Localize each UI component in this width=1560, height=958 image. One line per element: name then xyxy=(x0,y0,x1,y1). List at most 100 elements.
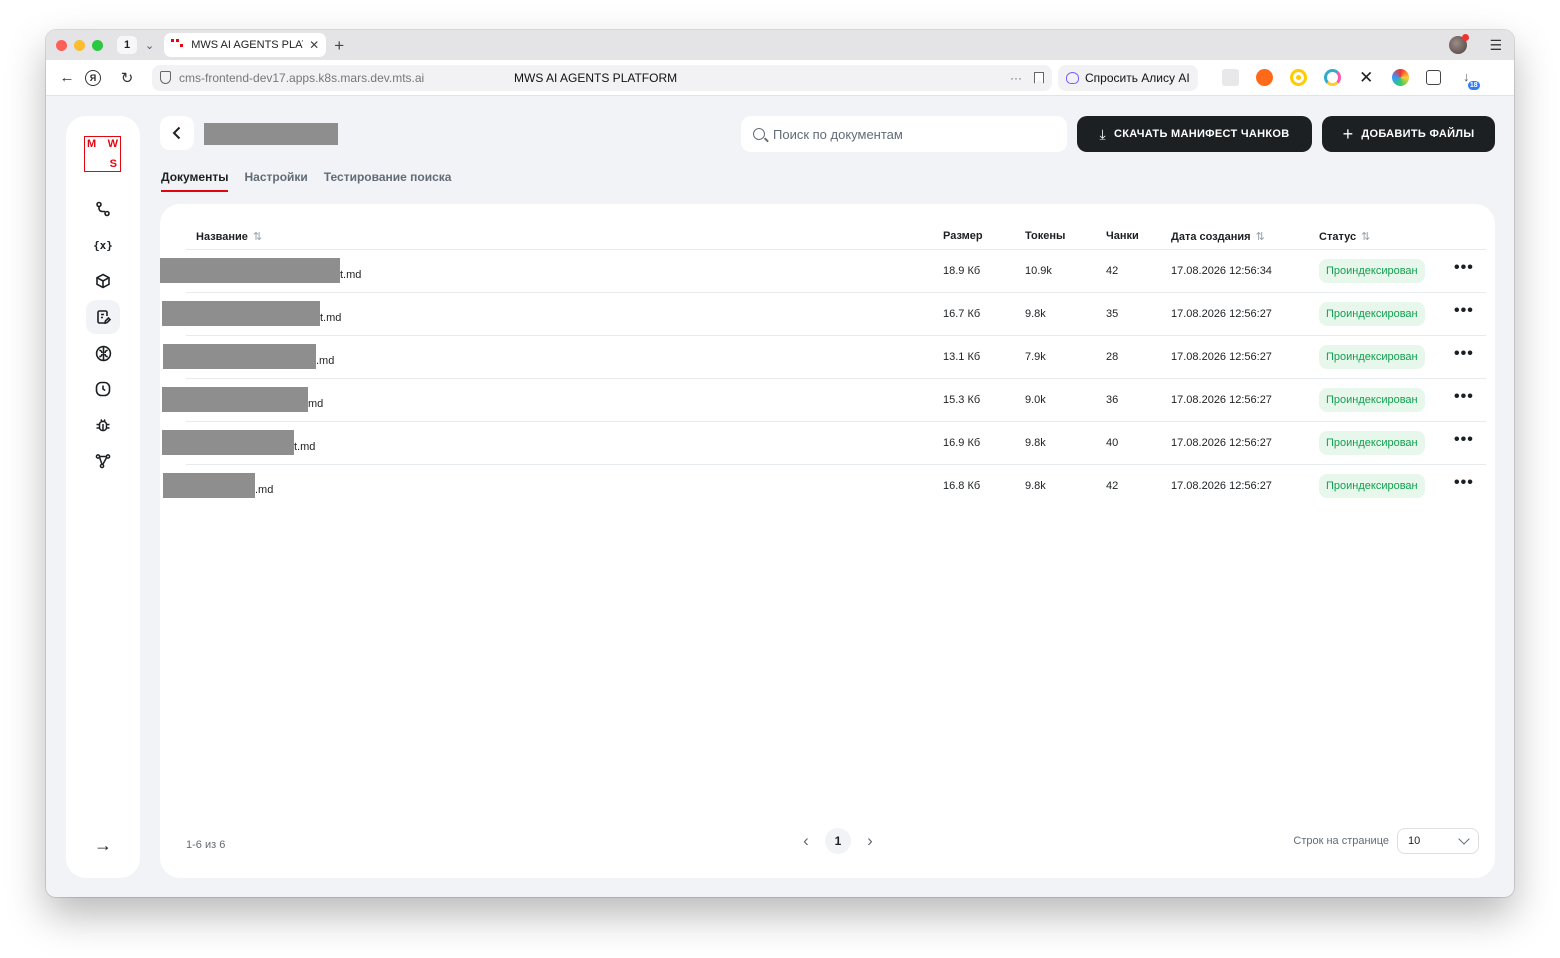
download-icon: ⤓ xyxy=(1099,125,1107,142)
table-row[interactable]: .md 13.1 Кб 7.9k 28 17.08.2026 12:56:27 … xyxy=(163,335,1486,378)
browser-window: 1 ⌄ MWS AI AGENTS PLATF ✕ + ☰ ← Я ↻ cms-… xyxy=(46,30,1514,897)
bookmark-icon[interactable] xyxy=(1034,71,1044,84)
status-badge: Проиндексирован xyxy=(1319,345,1425,369)
tab-count-button[interactable]: 1 xyxy=(117,36,137,54)
more-actions-icon[interactable]: ••• xyxy=(1454,345,1474,363)
document-created: 17.08.2026 12:56:27 xyxy=(1171,308,1272,320)
more-actions-icon[interactable]: ••• xyxy=(1454,474,1474,492)
extension-multicolor-icon[interactable] xyxy=(1391,69,1409,86)
close-icon[interactable]: ✕ xyxy=(309,38,319,52)
document-tokens: 10.9k xyxy=(1025,265,1052,277)
column-header-status[interactable]: Статус ⇅ xyxy=(1319,230,1370,243)
expand-sidebar-arrow-icon[interactable]: → xyxy=(86,835,120,856)
more-actions-icon[interactable]: ••• xyxy=(1454,259,1474,277)
page-title-in-bar: MWS AI AGENTS PLATFORM xyxy=(514,70,678,85)
extension-ring-icon[interactable] xyxy=(1323,69,1341,86)
document-name[interactable]: md xyxy=(160,386,323,412)
rows-per-page-label: Строк на странице xyxy=(1293,835,1389,847)
filename-suffix: t.md xyxy=(340,269,362,281)
ask-alice-button[interactable]: Спросить Алису AI xyxy=(1058,64,1198,91)
minimize-window-button[interactable] xyxy=(74,39,85,51)
document-name[interactable]: .md xyxy=(160,472,273,498)
table-row[interactable]: t.md 16.9 Кб 9.8k 40 17.08.2026 12:56:27… xyxy=(162,421,1486,464)
plus-icon: + xyxy=(1342,123,1354,144)
table-row[interactable]: t.md 18.9 Кб 10.9k 42 17.08.2026 12:56:3… xyxy=(160,249,1486,292)
extension-orange-icon[interactable] xyxy=(1255,69,1273,86)
document-name[interactable]: t.md xyxy=(160,257,361,283)
page-title-redacted xyxy=(204,123,338,145)
document-tokens: 7.9k xyxy=(1025,351,1046,363)
pagination-range: 1-6 из 6 xyxy=(186,839,226,851)
page-button-1[interactable]: 1 xyxy=(825,828,851,854)
table-row[interactable]: .md 16.8 Кб 9.8k 42 17.08.2026 12:56:27 … xyxy=(163,464,1486,507)
more-actions-icon[interactable]: ••• xyxy=(1454,431,1474,449)
logo-letter: M xyxy=(87,138,97,150)
sort-icon[interactable]: ⇅ xyxy=(253,231,262,243)
sidebar-item-models-brain-icon[interactable] xyxy=(86,336,120,370)
column-header-status-label: Статус xyxy=(1319,231,1357,243)
document-size: 16.7 Кб xyxy=(943,308,981,320)
document-chunks: 40 xyxy=(1106,437,1119,449)
new-tab-button[interactable]: + xyxy=(334,37,344,54)
document-name[interactable]: .md xyxy=(160,343,334,369)
search-input[interactable] xyxy=(773,126,1043,142)
document-tokens: 9.8k xyxy=(1025,308,1046,320)
close-window-button[interactable] xyxy=(56,39,67,51)
chevron-down-icon[interactable]: ⌄ xyxy=(145,39,154,52)
add-files-button[interactable]: + Добавить файлы xyxy=(1322,116,1495,152)
browser-tab-title: MWS AI AGENTS PLATF xyxy=(191,39,304,51)
next-page-chevron-icon[interactable]: › xyxy=(861,831,879,851)
app-area: M W S {x} → Поиск по документам ⤓ СКАЧАТ… xyxy=(46,96,1514,897)
profile-avatar[interactable] xyxy=(1449,34,1470,54)
document-created: 17.08.2026 12:56:34 xyxy=(1171,265,1272,277)
document-name[interactable]: t.md xyxy=(160,429,315,455)
yandex-icon[interactable]: Я xyxy=(85,69,101,86)
prev-page-chevron-icon[interactable]: ‹ xyxy=(797,831,815,851)
reload-icon[interactable]: ↻ xyxy=(114,69,140,87)
back-button[interactable] xyxy=(160,116,194,150)
search-field[interactable] xyxy=(741,116,1067,152)
maximize-window-button[interactable] xyxy=(92,39,103,51)
tab-documents[interactable]: Документы xyxy=(161,170,229,192)
menu-icon[interactable]: ☰ xyxy=(1489,37,1502,54)
sidebar-item-variables-icon[interactable]: {x} xyxy=(86,228,120,262)
sidebar-item-debug-bug-icon[interactable] xyxy=(86,408,120,442)
sidebar-item-graph-icon[interactable] xyxy=(86,444,120,478)
document-name[interactable]: t.md xyxy=(160,300,341,326)
back-arrow-icon[interactable]: ← xyxy=(54,69,80,86)
sidebar-item-flows-icon[interactable] xyxy=(86,192,120,226)
shield-icon[interactable] xyxy=(160,71,171,84)
extension-x-icon[interactable]: ✕ xyxy=(1358,69,1375,86)
more-actions-icon[interactable]: ••• xyxy=(1454,302,1474,320)
main-content: ⤓ Скачать манифест чанков + Добавить фай… xyxy=(160,116,1495,878)
sidebar: M W S {x} → xyxy=(66,116,140,878)
sidebar-item-history-clock-icon[interactable] xyxy=(86,372,120,406)
extension-placeholder-icon[interactable] xyxy=(1221,69,1239,86)
window-controls xyxy=(56,39,103,51)
rows-per-page-value: 10 xyxy=(1408,835,1421,847)
column-header-created[interactable]: Дата создания ⇅ xyxy=(1171,230,1265,243)
collections-icon[interactable] xyxy=(1425,70,1441,85)
document-created: 17.08.2026 12:56:27 xyxy=(1171,394,1272,406)
downloads-icon[interactable]: ↓ 18 xyxy=(1458,69,1480,90)
sidebar-item-knowledge-base-icon[interactable] xyxy=(86,300,120,334)
url-field[interactable]: cms-frontend-dev17.apps.k8s.mars.dev.mts… xyxy=(152,64,1052,91)
more-dots-icon[interactable]: ··· xyxy=(1010,71,1022,85)
tab-settings[interactable]: Настройки xyxy=(244,170,307,192)
more-actions-icon[interactable]: ••• xyxy=(1454,388,1474,406)
mws-logo[interactable]: M W S xyxy=(84,136,121,172)
sort-icon[interactable]: ⇅ xyxy=(1361,231,1370,243)
browser-tab[interactable]: MWS AI AGENTS PLATF ✕ xyxy=(164,33,327,57)
table-row[interactable]: md 15.3 Кб 9.0k 36 17.08.2026 12:56:27 П… xyxy=(162,378,1486,421)
download-manifest-button[interactable]: ⤓ Скачать манифест чанков xyxy=(1077,116,1312,152)
tab-search-testing[interactable]: Тестирование поиска xyxy=(324,170,452,192)
column-header-name[interactable]: Название ⇅ xyxy=(196,230,262,243)
sidebar-item-packages-icon[interactable] xyxy=(86,264,120,298)
rows-per-page-select[interactable]: 10 xyxy=(1397,828,1479,854)
extension-yellow-icon[interactable] xyxy=(1289,69,1307,86)
sort-icon[interactable]: ⇅ xyxy=(1256,231,1265,243)
column-header-name-label: Название xyxy=(196,231,248,243)
document-tokens: 9.8k xyxy=(1025,437,1046,449)
table-row[interactable]: t.md 16.7 Кб 9.8k 35 17.08.2026 12:56:27… xyxy=(162,292,1486,335)
document-size: 13.1 Кб xyxy=(943,351,981,363)
